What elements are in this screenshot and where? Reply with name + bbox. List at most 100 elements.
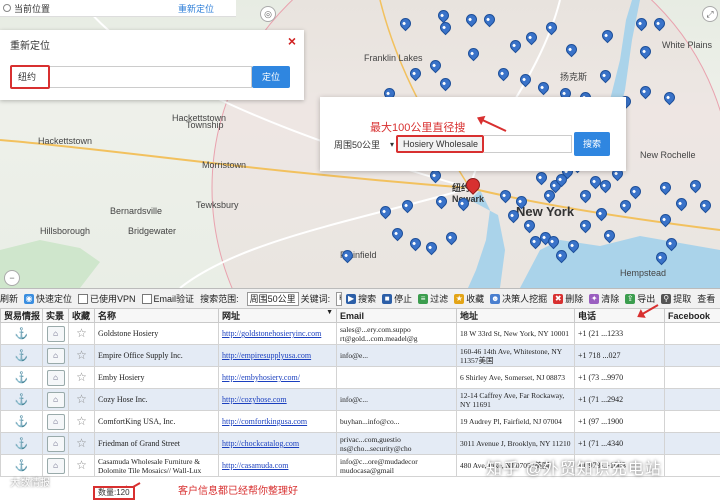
- anchor-icon[interactable]: ⚓: [15, 460, 29, 472]
- star-icon[interactable]: ☆: [76, 458, 87, 472]
- email-cell[interactable]: info@e...: [337, 345, 457, 367]
- column-header[interactable]: 名称: [95, 309, 219, 323]
- email-cell[interactable]: info@c...ore@mudadecor mudocasa@gmail: [337, 455, 457, 477]
- column-header[interactable]: 实景: [43, 309, 69, 323]
- export-button[interactable]: ⇪导出: [625, 292, 655, 305]
- website-link[interactable]: http://comfortkingusa.com: [222, 417, 307, 426]
- facebook-cell[interactable]: [665, 345, 720, 367]
- anchor-icon[interactable]: ⚓: [15, 350, 29, 362]
- star-icon[interactable]: ☆: [76, 414, 87, 428]
- website-link[interactable]: http://embyhosiery.com/: [222, 373, 300, 382]
- anchor-icon[interactable]: ⚓: [15, 372, 29, 384]
- street-view-cell[interactable]: ⌂: [43, 411, 69, 433]
- anchor-icon[interactable]: ⚓: [15, 438, 29, 450]
- quick-locate-button[interactable]: ◉快速定位: [24, 292, 72, 305]
- star-icon[interactable]: ☆: [76, 348, 87, 362]
- vpn-checkbox[interactable]: 已使用VPN: [78, 292, 136, 305]
- facebook-cell[interactable]: [665, 367, 720, 389]
- stop-button[interactable]: ■停止: [382, 292, 412, 305]
- email-cell[interactable]: info@c...: [337, 389, 457, 411]
- keyword-input-extension[interactable]: [484, 135, 572, 153]
- radius-select[interactable]: 周围50公里▾: [334, 137, 394, 153]
- email-verify-checkbox[interactable]: Email验证: [142, 292, 195, 305]
- street-view-icon[interactable]: ⌂: [47, 326, 65, 342]
- toolbar-keyword-input[interactable]: Hosiery Wholesal: [336, 292, 342, 306]
- street-view-cell[interactable]: ⌂: [43, 433, 69, 455]
- street-view-cell[interactable]: ⌂: [43, 323, 69, 345]
- trade-intel-cell[interactable]: ⚓: [1, 323, 43, 345]
- website-cell[interactable]: http://cozyhose.com: [219, 389, 337, 411]
- phone-cell[interactable]: +1 718 ...027: [575, 345, 665, 367]
- location-input-value[interactable]: 纽约: [10, 65, 50, 89]
- website-cell[interactable]: http://casamuda.com: [219, 455, 337, 477]
- favorite-cell[interactable]: ☆: [69, 411, 95, 433]
- email-cell[interactable]: [337, 367, 457, 389]
- close-icon[interactable]: ×: [288, 33, 296, 49]
- website-link[interactable]: http://empiresupplyusa.com: [222, 351, 311, 360]
- trade-intel-cell[interactable]: ⚓: [1, 345, 43, 367]
- street-view-cell[interactable]: ⌂: [43, 345, 69, 367]
- phone-cell[interactable]: +1 (71 ...4340: [575, 433, 665, 455]
- anchor-icon[interactable]: ⚓: [15, 328, 29, 340]
- filter-icon[interactable]: ▼: [326, 309, 333, 316]
- street-view-icon[interactable]: ⌂: [47, 370, 65, 386]
- locate-button[interactable]: 定位: [252, 66, 290, 88]
- extract-button[interactable]: ⚲提取: [661, 292, 691, 305]
- column-header[interactable]: 地址: [457, 309, 575, 323]
- map-zoom-out-icon[interactable]: −: [4, 270, 20, 286]
- star-icon[interactable]: ☆: [76, 326, 87, 340]
- column-header[interactable]: Facebook: [665, 309, 720, 323]
- table-row[interactable]: ⚓⌂☆Empire Office Supply Inc.http://empir…: [1, 345, 720, 367]
- star-icon[interactable]: ☆: [76, 436, 87, 450]
- trade-intel-cell[interactable]: ⚓: [1, 433, 43, 455]
- column-header[interactable]: 网址▼: [219, 309, 337, 323]
- map-control-icon-2[interactable]: ⤢: [702, 6, 718, 22]
- street-view-cell[interactable]: ⌂: [43, 367, 69, 389]
- favorite-cell[interactable]: ☆: [69, 367, 95, 389]
- refresh-button[interactable]: 刷新: [0, 292, 18, 305]
- map-control-icon-1[interactable]: ◎: [260, 6, 276, 22]
- column-header[interactable]: 电话: [575, 309, 665, 323]
- website-link[interactable]: http://goldstonehosieryinc.com: [222, 329, 321, 338]
- email-cell[interactable]: buyhan...info@co...: [337, 411, 457, 433]
- phone-cell[interactable]: +1 (73 ...9970: [575, 367, 665, 389]
- website-cell[interactable]: http://empiresupplyusa.com: [219, 345, 337, 367]
- street-view-icon[interactable]: ⌂: [47, 414, 65, 430]
- website-cell[interactable]: http://embyhosiery.com/: [219, 367, 337, 389]
- favorite-button[interactable]: ★收藏: [454, 292, 484, 305]
- trade-intel-cell[interactable]: ⚓: [1, 389, 43, 411]
- phone-cell[interactable]: +1 (71 ...2942: [575, 389, 665, 411]
- facebook-cell[interactable]: [665, 433, 720, 455]
- delete-button[interactable]: ✖删除: [553, 292, 583, 305]
- filter-button[interactable]: ≡过滤: [418, 292, 448, 305]
- table-row[interactable]: ⚓⌂☆Cozy Hose Inc.http://cozyhose.cominfo…: [1, 389, 720, 411]
- phone-cell[interactable]: +1 (21 ...1233: [575, 323, 665, 345]
- clear-button[interactable]: ✦清除: [589, 292, 619, 305]
- search-range-select[interactable]: 周围50公里: [247, 292, 299, 306]
- decision-maker-button[interactable]: ☻决策人挖掘: [490, 292, 547, 305]
- facebook-cell[interactable]: [665, 411, 720, 433]
- table-row[interactable]: ⚓⌂☆Goldstone Hosieryhttp://goldstonehosi…: [1, 323, 720, 345]
- column-header[interactable]: 收藏: [69, 309, 95, 323]
- street-view-icon[interactable]: ⌂: [47, 392, 65, 408]
- column-header[interactable]: 贸易情报: [1, 309, 43, 323]
- website-cell[interactable]: http://goldstonehosieryinc.com: [219, 323, 337, 345]
- star-icon[interactable]: ☆: [76, 370, 87, 384]
- table-row[interactable]: ⚓⌂☆Emby Hosieryhttp://embyhosiery.com/6 …: [1, 367, 720, 389]
- street-view-icon[interactable]: ⌂: [47, 348, 65, 364]
- favorite-cell[interactable]: ☆: [69, 323, 95, 345]
- anchor-icon[interactable]: ⚓: [15, 416, 29, 428]
- street-view-cell[interactable]: ⌂: [43, 389, 69, 411]
- website-link[interactable]: http://cozyhose.com: [222, 395, 287, 404]
- favorite-cell[interactable]: ☆: [69, 345, 95, 367]
- website-link[interactable]: http://chockcatalog.com: [222, 439, 299, 448]
- favorite-cell[interactable]: ☆: [69, 455, 95, 477]
- favorite-cell[interactable]: ☆: [69, 433, 95, 455]
- table-row[interactable]: ⚓⌂☆ComfortKing USA, Inc.http://comfortki…: [1, 411, 720, 433]
- email-cell[interactable]: sales@...ery.com.suppo rt@gold...com.mea…: [337, 323, 457, 345]
- trade-intel-cell[interactable]: ⚓: [1, 367, 43, 389]
- website-cell[interactable]: http://comfortkingusa.com: [219, 411, 337, 433]
- street-view-icon[interactable]: ⌂: [47, 436, 65, 452]
- anchor-icon[interactable]: ⚓: [15, 394, 29, 406]
- table-row[interactable]: ⚓⌂☆Friedman of Grand Streethttp://chockc…: [1, 433, 720, 455]
